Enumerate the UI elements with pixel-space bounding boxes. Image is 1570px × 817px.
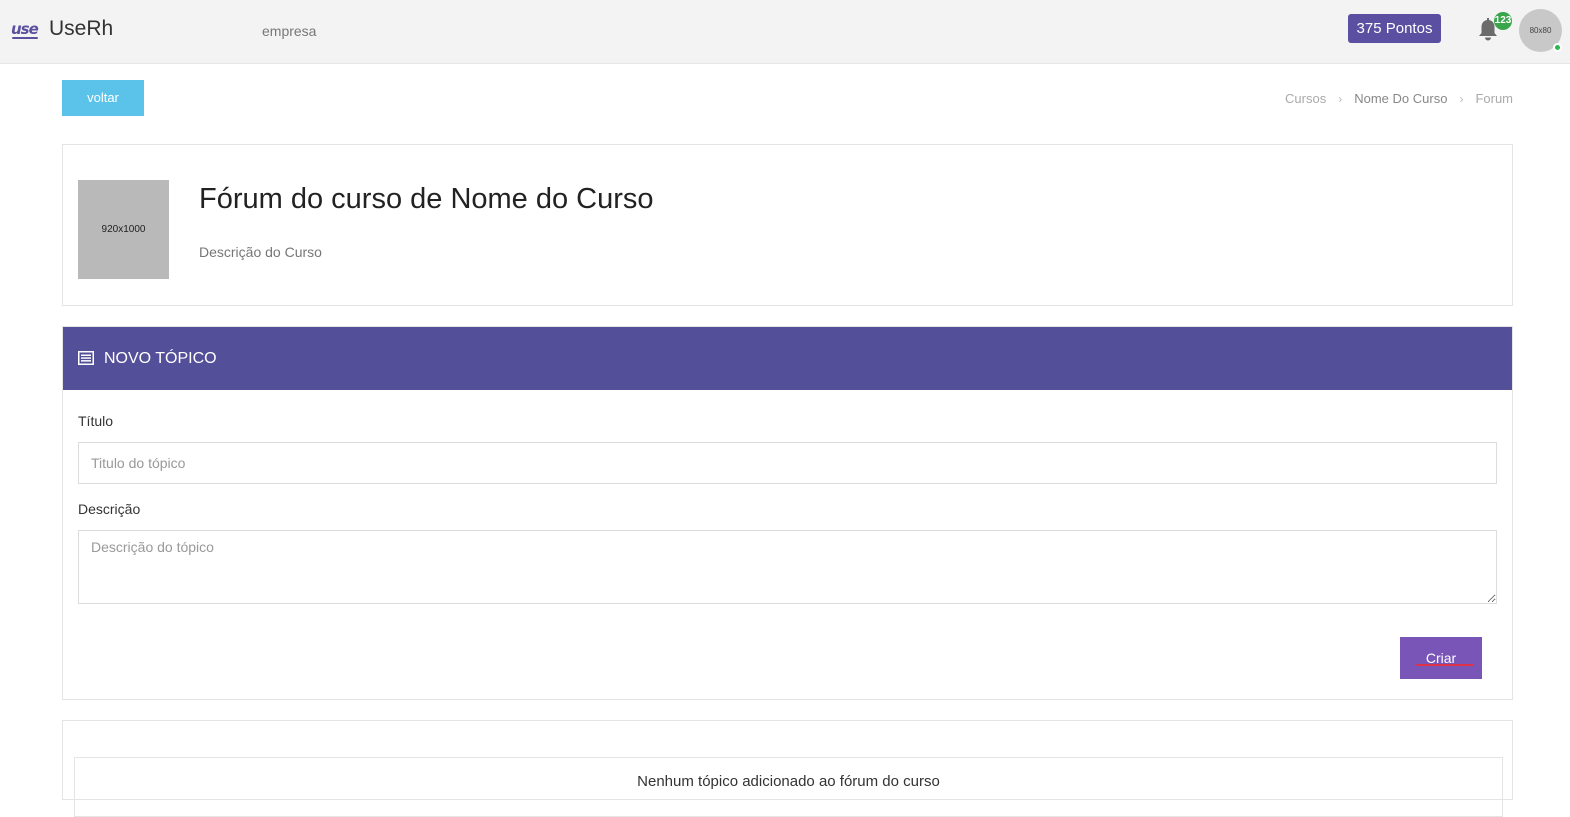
create-button[interactable]: Criar xyxy=(1400,637,1482,679)
list-icon xyxy=(78,351,94,365)
empty-topics-box: Nenhum tópico adicionado ao fórum do cur… xyxy=(74,757,1503,817)
breadcrumb: Cursos › Nome Do Curso › Forum xyxy=(1285,91,1513,106)
chevron-right-icon: › xyxy=(1338,91,1343,106)
brand-name[interactable]: UseRh xyxy=(49,17,113,41)
description-textarea[interactable] xyxy=(78,530,1497,604)
breadcrumb-item-cursos[interactable]: Cursos xyxy=(1285,91,1326,106)
title-input[interactable] xyxy=(78,442,1497,484)
new-topic-title: NOVO TÓPICO xyxy=(104,350,217,367)
online-status-dot xyxy=(1553,43,1562,52)
new-topic-card: NOVO TÓPICO Título Descrição Criar xyxy=(62,326,1513,700)
breadcrumb-item-course[interactable]: Nome Do Curso xyxy=(1354,91,1447,106)
title-label: Título xyxy=(78,413,114,429)
company-name: empresa xyxy=(262,23,317,39)
page-title: Fórum do curso de Nome do Curso xyxy=(199,183,654,215)
course-image: 920x1000 xyxy=(78,180,169,279)
back-button[interactable]: voltar xyxy=(62,80,144,116)
topics-list-card: Nenhum tópico adicionado ao fórum do cur… xyxy=(62,720,1513,817)
notification-count-badge: 123 xyxy=(1494,12,1512,30)
breadcrumb-item-forum: Forum xyxy=(1475,91,1513,106)
top-bar: use UseRh empresa 375 Pontos 123 80x80 xyxy=(0,0,1570,64)
points-badge[interactable]: 375 Pontos xyxy=(1348,14,1441,43)
chevron-right-icon: › xyxy=(1459,91,1464,106)
create-button-underline xyxy=(1416,664,1474,666)
course-description: Descrição do Curso xyxy=(199,244,322,260)
empty-topics-message: Nenhum tópico adicionado ao fórum do cur… xyxy=(637,773,940,790)
course-header-card: 920x1000 Fórum do curso de Nome do Curso… xyxy=(62,144,1513,306)
logo[interactable]: use xyxy=(11,20,39,39)
description-label: Descrição xyxy=(78,501,141,517)
new-topic-header: NOVO TÓPICO xyxy=(63,327,1512,390)
